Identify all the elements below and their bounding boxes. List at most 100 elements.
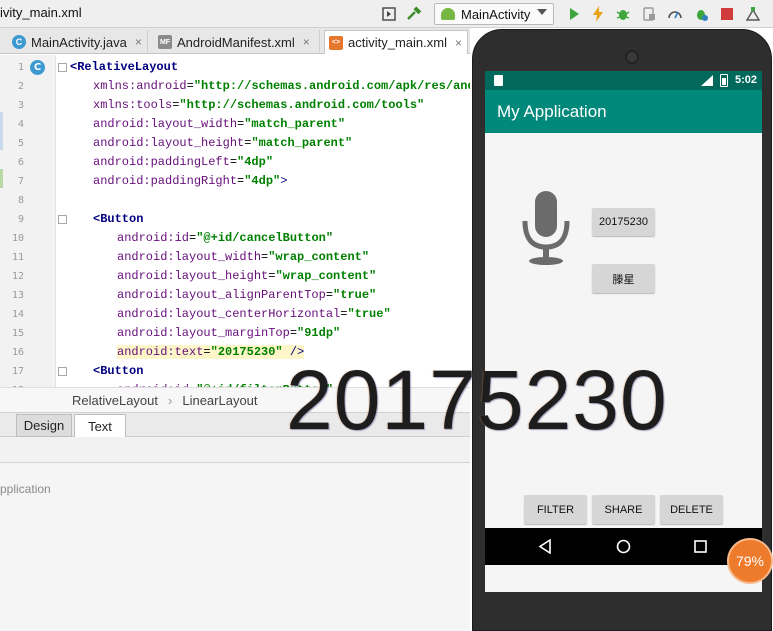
line-number: 15 <box>11 328 24 339</box>
run-icon[interactable] <box>565 5 583 23</box>
code-editor[interactable]: 1 C <RelativeLayout 2 xmlns:android="http://… <box>0 55 470 387</box>
xml-attribute: android:layout_width <box>93 117 238 131</box>
stop-icon[interactable] <box>718 5 736 23</box>
fold-icon[interactable] <box>58 367 67 376</box>
xml-tag: <RelativeLayout <box>70 60 179 74</box>
line-number: 4 <box>17 119 24 130</box>
cancel-button[interactable]: 20175230 <box>592 208 655 236</box>
close-icon[interactable]: × <box>455 36 462 50</box>
code-line[interactable]: 9 <Button <box>0 210 470 229</box>
xml-value: "http://schemas.android.com/apk/res/andr… <box>193 79 470 93</box>
class-icon: C <box>12 35 26 49</box>
tab-label: MainActivity.java <box>31 34 127 50</box>
ide-toolbar: ivity_main.xml MainActivity <box>0 0 773 28</box>
navigation-bar <box>485 528 762 565</box>
code-line[interactable]: 6 android:paddingLeft="4dp" <box>0 153 470 172</box>
code-line[interactable]: 1 C <RelativeLayout <box>0 58 470 77</box>
xml-value: "4dp" <box>244 174 281 188</box>
chevron-down-icon <box>537 9 547 15</box>
fold-icon[interactable] <box>58 63 67 72</box>
xml-value: "wrap_content" <box>275 269 377 283</box>
xml-value: "match_parent" <box>244 117 346 131</box>
code-line[interactable]: 4 android:layout_width="match_parent" <box>0 115 470 134</box>
tab-label: AndroidManifest.xml <box>177 34 295 50</box>
xml-value: "match_parent" <box>251 136 353 150</box>
xml-value: "http://schemas.android.com/tools" <box>179 98 425 112</box>
xml-value: "wrap_content" <box>268 250 370 264</box>
line-number: 11 <box>11 252 24 263</box>
app-bar: My Application <box>485 90 762 133</box>
breadcrumb-item[interactable]: RelativeLayout <box>72 393 158 408</box>
run-configuration-select[interactable]: MainActivity <box>434 3 554 25</box>
line-number: 16 <box>11 347 24 358</box>
filter-button[interactable]: FILTER <box>524 495 587 524</box>
code-line[interactable]: 15 android:layout_marginTop="91dp" <box>0 324 470 343</box>
microphone-icon <box>522 191 570 265</box>
code-text: android:layout_height="wrap_content" <box>117 269 377 283</box>
gradle-icon[interactable] <box>692 5 710 23</box>
tab-mainactivity[interactable]: C MainActivity.java × <box>8 30 148 54</box>
status-bar: 5:02 <box>485 71 762 90</box>
recent-apps-icon[interactable] <box>694 540 707 553</box>
code-line[interactable]: 11 android:layout_width="wrap_content" <box>0 248 470 267</box>
line-number: 2 <box>17 81 24 92</box>
line-number: 14 <box>11 309 24 320</box>
breadcrumb-item[interactable]: LinearLayout <box>182 393 257 408</box>
code-text: <RelativeLayout <box>70 60 178 74</box>
name-button[interactable]: 滕星 <box>592 264 655 293</box>
attach-icon[interactable] <box>640 5 658 23</box>
tab-design[interactable]: Design <box>16 414 72 437</box>
layout-icon[interactable] <box>380 5 398 23</box>
bottom-button-bar: FILTER SHARE DELETE <box>485 489 762 527</box>
emulator-screen[interactable]: 5:02 My Application 20175230 滕星 FILTER S… <box>485 71 762 592</box>
battery-icon <box>720 74 728 87</box>
window-title: ivity_main.xml <box>0 5 82 20</box>
line-number: 7 <box>17 176 24 187</box>
code-line[interactable]: 13 android:layout_alignParentTop="true" <box>0 286 470 305</box>
manifest-icon: MF <box>158 35 172 49</box>
line-number: 9 <box>17 214 24 225</box>
code-line[interactable]: 7 android:paddingRight="4dp"> <box>0 172 470 191</box>
hammer-icon[interactable] <box>405 5 423 23</box>
home-icon[interactable] <box>616 539 631 554</box>
code-text: android:id="@+id/cancelButton" <box>117 231 334 245</box>
code-text: android:layout_centerHorizontal="true" <box>117 307 391 321</box>
fold-icon[interactable] <box>58 215 67 224</box>
lightning-icon[interactable] <box>589 5 607 23</box>
tab-activity-main[interactable]: <> activity_main.xml × <box>324 30 468 54</box>
code-line[interactable]: 5 android:layout_height="match_parent" <box>0 134 470 153</box>
code-line[interactable]: 2 xmlns:android="http://schemas.android.c… <box>0 77 470 96</box>
share-button[interactable]: SHARE <box>592 495 655 524</box>
tab-text[interactable]: Text <box>74 414 126 437</box>
delete-button[interactable]: DELETE <box>660 495 723 524</box>
code-text: android:text="20175230" /> <box>117 345 305 359</box>
sdk-icon[interactable] <box>744 5 762 23</box>
xml-value: "true" <box>333 288 377 302</box>
debug-icon[interactable] <box>614 5 632 23</box>
xml-attribute: android:layout_height <box>117 269 269 283</box>
emulator-device: 5:02 My Application 20175230 滕星 FILTER S… <box>472 29 772 631</box>
xml-value: "91dp" <box>297 326 341 340</box>
progress-badge[interactable]: 79% <box>727 538 773 584</box>
code-line[interactable]: 8 <box>0 191 470 210</box>
chevron-right-icon: › <box>168 392 173 408</box>
speaker-icon <box>625 50 639 64</box>
code-line[interactable]: 10 android:id="@+id/cancelButton" <box>0 229 470 248</box>
class-gutter-icon[interactable]: C <box>30 60 45 75</box>
code-line[interactable]: 12 android:layout_height="wrap_content" <box>0 267 470 286</box>
xml-attribute: android:text <box>117 345 204 359</box>
code-line[interactable]: 14 android:layout_centerHorizontal="true" <box>0 305 470 324</box>
lower-panel <box>0 463 470 631</box>
code-text: android:paddingLeft="4dp" <box>93 155 274 169</box>
code-text: android:layout_width="wrap_content" <box>117 250 370 264</box>
tab-androidmanifest[interactable]: MF AndroidManifest.xml × <box>154 30 320 54</box>
profile-icon[interactable] <box>666 5 684 23</box>
close-icon[interactable]: × <box>303 35 310 49</box>
back-icon[interactable] <box>538 539 552 554</box>
android-icon <box>441 8 455 20</box>
app-title: My Application <box>497 101 607 121</box>
xml-value: "4dp" <box>237 155 274 169</box>
close-icon[interactable]: × <box>135 35 142 49</box>
project-label: pplication <box>0 482 51 496</box>
code-line[interactable]: 3 xmlns:tools="http://schemas.android.com… <box>0 96 470 115</box>
